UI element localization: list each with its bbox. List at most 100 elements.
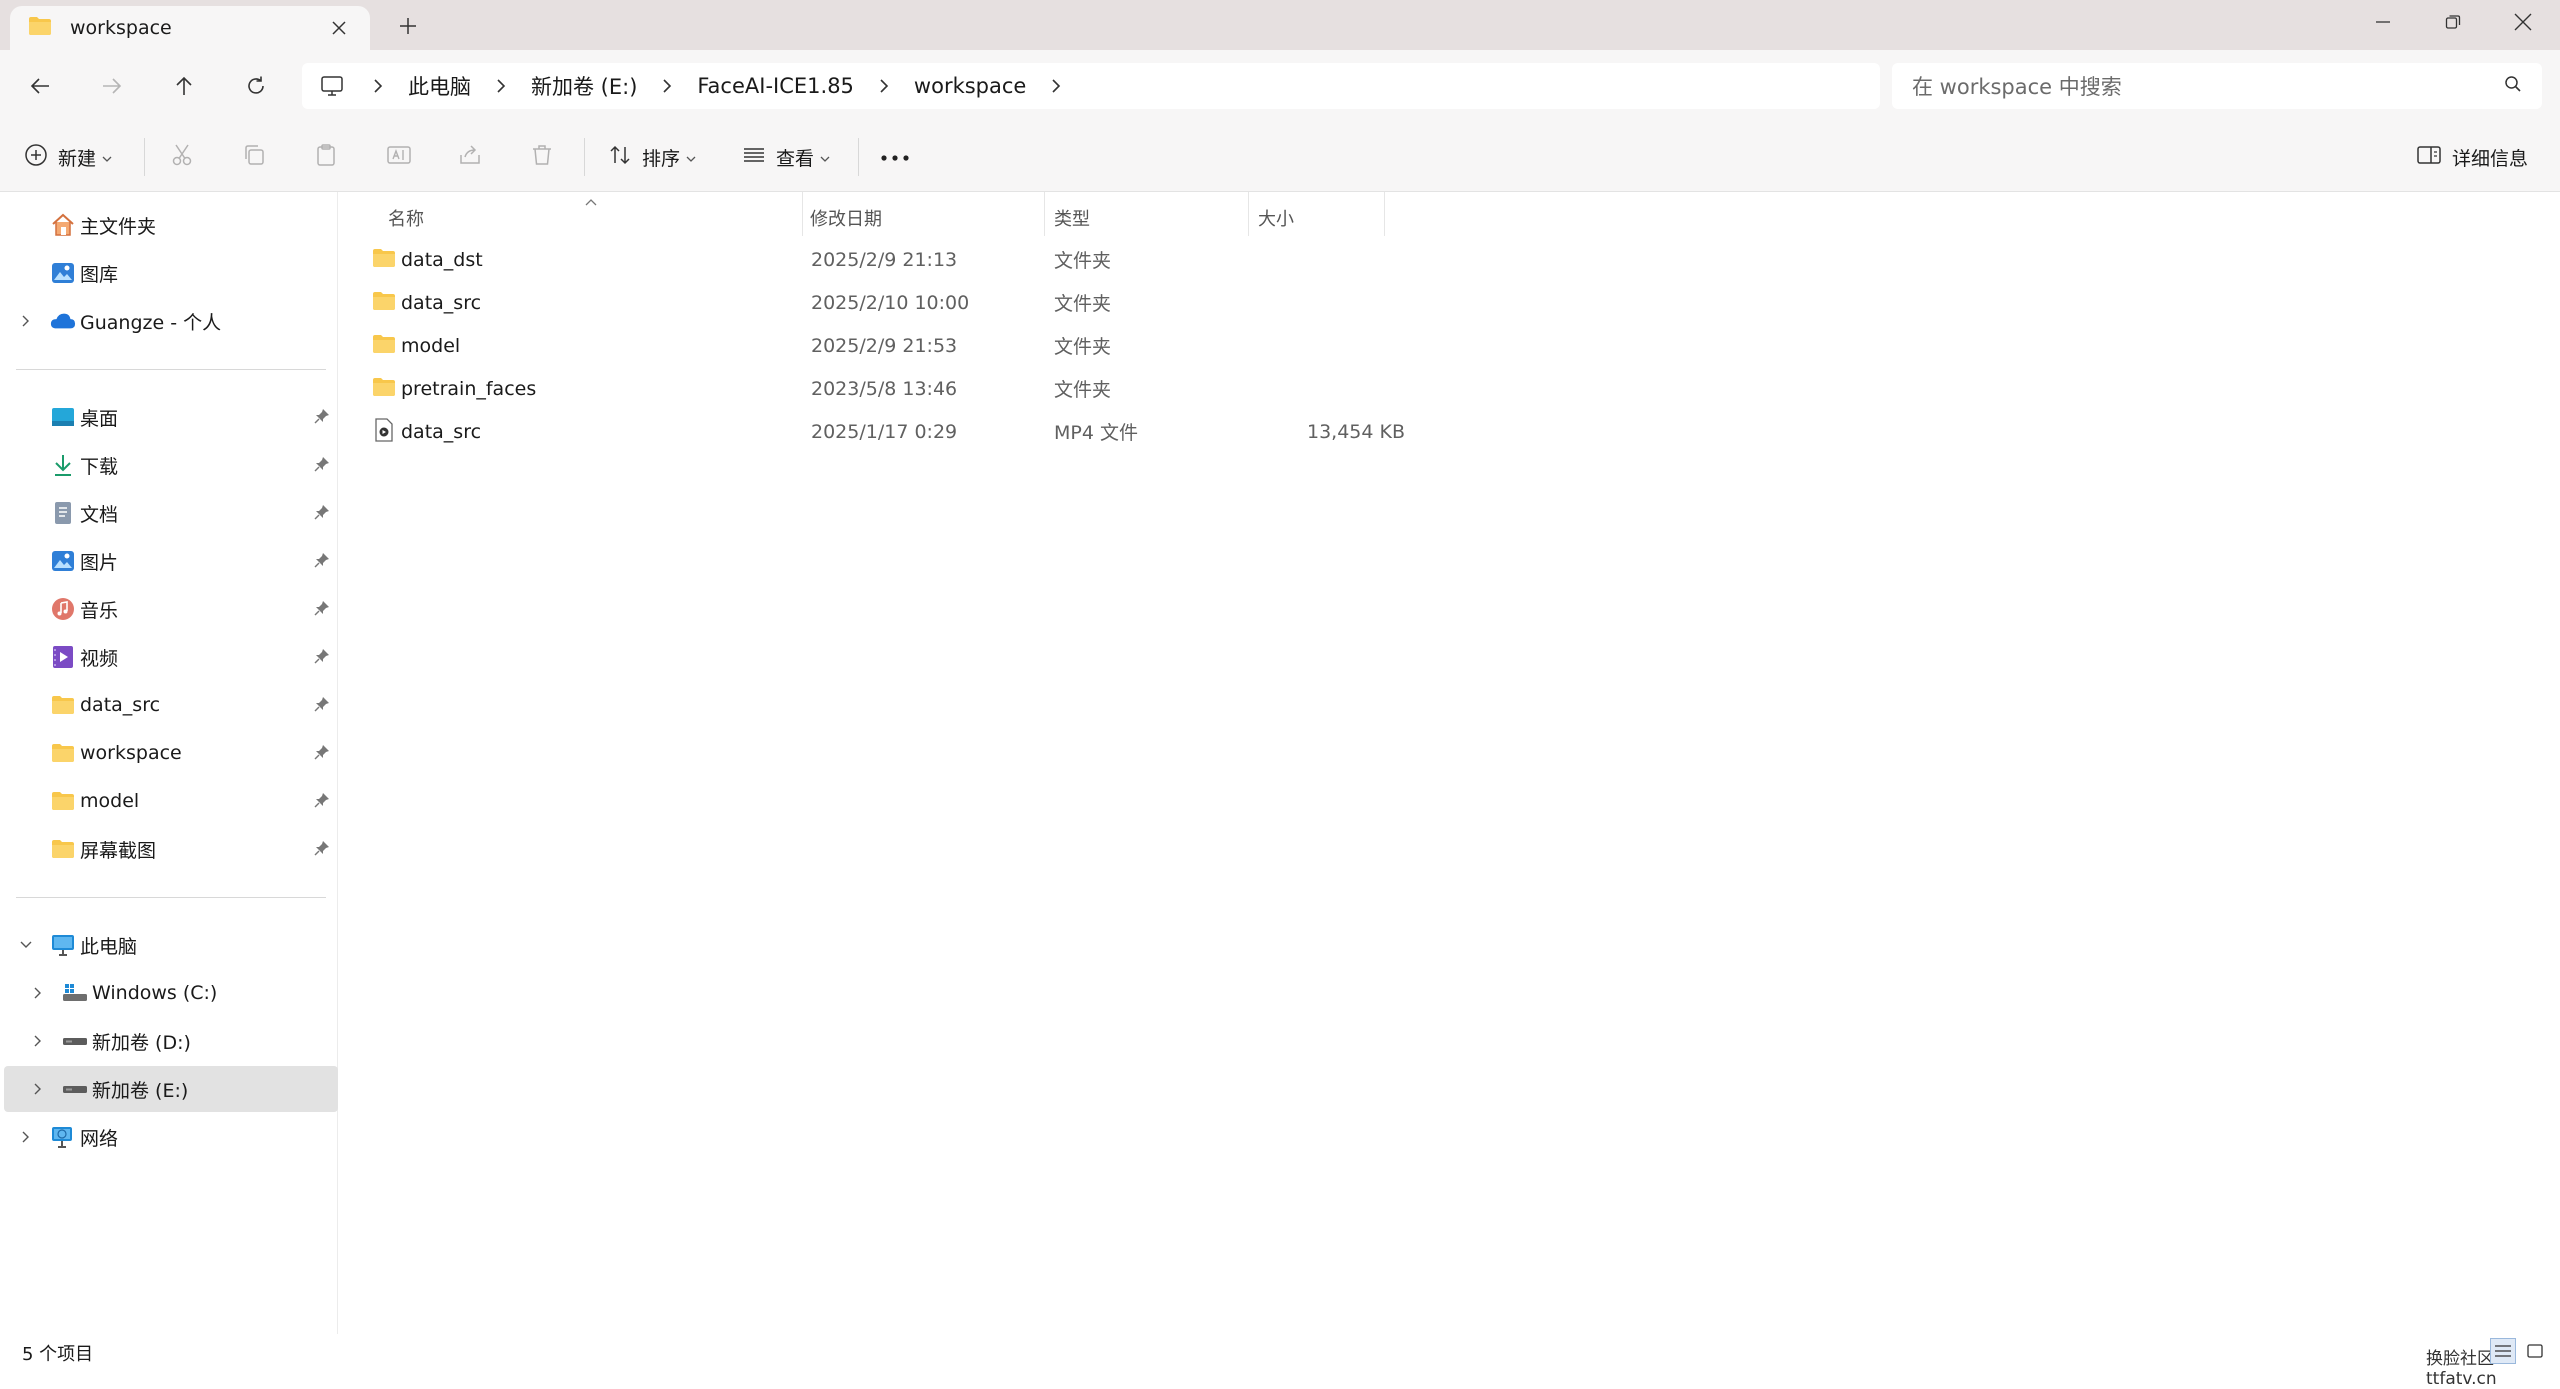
pin-icon[interactable] — [314, 504, 332, 522]
back-button[interactable] — [20, 70, 60, 102]
pin-icon[interactable] — [314, 792, 332, 810]
drive-icon — [62, 1028, 88, 1054]
file-row[interactable]: pretrain_faces 2023/5/8 13:46 文件夹 — [370, 367, 1725, 410]
file-row[interactable]: model 2025/2/9 21:53 文件夹 — [370, 324, 1725, 367]
pin-icon[interactable] — [314, 408, 332, 426]
pin-icon[interactable] — [314, 600, 332, 618]
forward-button[interactable] — [92, 70, 132, 102]
folder-icon — [372, 248, 396, 272]
column-header-size[interactable]: 大小 — [1258, 200, 1294, 236]
view-button[interactable]: 查看 — [742, 136, 830, 178]
share-button[interactable] — [458, 136, 482, 178]
breadcrumb-drive-e[interactable]: 新加卷 (E:) — [511, 71, 657, 101]
delete-button[interactable] — [530, 136, 554, 178]
new-button[interactable]: 新建 — [24, 136, 112, 178]
sidebar-item-model[interactable]: model — [0, 778, 338, 824]
file-modified: 2023/5/8 13:46 — [811, 377, 958, 400]
sidebar-item-home[interactable]: 主文件夹 — [0, 202, 338, 248]
file-row[interactable]: data_dst 2025/2/9 21:13 文件夹 — [370, 238, 1725, 281]
chevron-right-icon[interactable] — [1046, 76, 1066, 96]
file-row[interactable]: data_src 2025/1/17 0:29 MP4 文件 13,454 KB — [370, 410, 1415, 453]
column-header-modified[interactable]: 修改日期 — [810, 200, 882, 236]
navigation-bar: 此电脑 新加卷 (E:) FaceAI-ICE1.85 workspace 在 … — [0, 50, 2560, 122]
sidebar-item-label: 屏幕截图 — [80, 839, 157, 862]
sort-button[interactable]: 排序 — [608, 136, 696, 178]
sidebar-item-network[interactable]: 网络 — [0, 1114, 338, 1160]
pin-icon[interactable] — [314, 840, 332, 858]
breadcrumb-this-pc[interactable]: 此电脑 — [388, 71, 491, 101]
chevron-right-icon[interactable] — [16, 1127, 36, 1147]
new-tab-button[interactable] — [392, 10, 424, 42]
details-view-button[interactable] — [2490, 1338, 2516, 1364]
video-icon — [50, 644, 76, 670]
sidebar-item-drive-d[interactable]: 新加卷 (D:) — [0, 1018, 338, 1064]
restore-button[interactable] — [2418, 0, 2488, 44]
sidebar-item-onedrive[interactable]: Guangze - 个人 — [0, 298, 338, 344]
chevron-right-icon[interactable] — [491, 76, 511, 96]
paste-button[interactable] — [314, 136, 338, 178]
sidebar-item-drive-e[interactable]: 新加卷 (E:) — [4, 1066, 338, 1112]
sort-icon — [608, 143, 632, 172]
sidebar-item-desktop[interactable]: 桌面 — [0, 394, 338, 440]
sidebar-item-workspace[interactable]: workspace — [0, 730, 338, 776]
cut-button[interactable] — [170, 136, 194, 178]
address-bar[interactable]: 此电脑 新加卷 (E:) FaceAI-ICE1.85 workspace — [302, 63, 1880, 109]
pin-icon[interactable] — [314, 456, 332, 474]
refresh-button[interactable] — [236, 70, 276, 102]
minimize-button[interactable] — [2348, 0, 2418, 44]
search-input[interactable]: 在 workspace 中搜索 — [1912, 71, 2504, 101]
sidebar-item-label: Guangze - 个人 — [80, 311, 222, 334]
tab-workspace[interactable]: workspace — [10, 6, 370, 50]
folder-icon — [372, 377, 396, 401]
chevron-right-icon[interactable] — [28, 1031, 48, 1051]
sidebar-item-label: 图库 — [80, 263, 119, 286]
drive-icon — [62, 1076, 88, 1102]
chevron-right-icon[interactable] — [657, 76, 677, 96]
gallery-icon — [50, 260, 76, 286]
plus-circle-icon — [24, 143, 48, 172]
tiles-view-button[interactable] — [2522, 1338, 2548, 1364]
search-icon[interactable] — [2504, 75, 2522, 97]
chevron-right-icon[interactable] — [28, 983, 48, 1003]
breadcrumb-faceai[interactable]: FaceAI-ICE1.85 — [677, 74, 874, 98]
file-row[interactable]: data_src 2025/2/10 10:00 文件夹 — [370, 281, 1725, 324]
computer-icon — [320, 73, 346, 99]
details-pane-button[interactable]: 详细信息 — [2416, 136, 2534, 178]
sidebar-item-screenshots[interactable]: 屏幕截图 — [0, 826, 338, 872]
sidebar-item-label: Windows (C:) — [92, 982, 218, 1004]
sidebar-item-documents[interactable]: 文档 — [0, 490, 338, 536]
more-options-button[interactable] — [880, 136, 910, 178]
scissors-icon — [170, 143, 194, 172]
sidebar-item-music[interactable]: 音乐 — [0, 586, 338, 632]
chevron-right-icon[interactable] — [874, 76, 894, 96]
column-header-type[interactable]: 类型 — [1054, 200, 1090, 236]
copy-button[interactable] — [242, 136, 266, 178]
file-name: model — [401, 334, 461, 357]
sidebar-item-downloads[interactable]: 下载 — [0, 442, 338, 488]
folder-icon — [50, 740, 76, 766]
chevron-right-icon[interactable] — [28, 1079, 48, 1099]
pin-icon[interactable] — [314, 552, 332, 570]
pin-icon[interactable] — [314, 648, 332, 666]
pin-icon[interactable] — [314, 744, 332, 762]
sidebar-item-pictures[interactable]: 图片 — [0, 538, 338, 584]
chevron-down-icon[interactable] — [16, 935, 36, 955]
sidebar-item-videos[interactable]: 视频 — [0, 634, 338, 680]
up-button[interactable] — [164, 70, 204, 102]
windows-drive-icon — [62, 980, 88, 1006]
close-tab-icon[interactable] — [326, 15, 352, 41]
sidebar-item-label: data_src — [80, 694, 161, 716]
sidebar-item-gallery[interactable]: 图库 — [0, 250, 338, 296]
sidebar-item-this-pc[interactable]: 此电脑 — [0, 922, 338, 968]
sidebar-item-drive-c[interactable]: Windows (C:) — [0, 970, 338, 1016]
rename-button[interactable] — [386, 136, 412, 178]
pin-icon[interactable] — [314, 696, 332, 714]
chevron-right-icon[interactable] — [368, 76, 388, 96]
breadcrumb-workspace[interactable]: workspace — [894, 74, 1046, 98]
column-header-name[interactable]: 名称 — [388, 200, 424, 236]
chevron-right-icon[interactable] — [16, 311, 36, 331]
sort-ascending-icon — [584, 192, 598, 211]
search-box[interactable]: 在 workspace 中搜索 — [1892, 63, 2542, 109]
sidebar-item-data-src[interactable]: data_src — [0, 682, 338, 728]
close-window-button[interactable] — [2488, 0, 2558, 44]
